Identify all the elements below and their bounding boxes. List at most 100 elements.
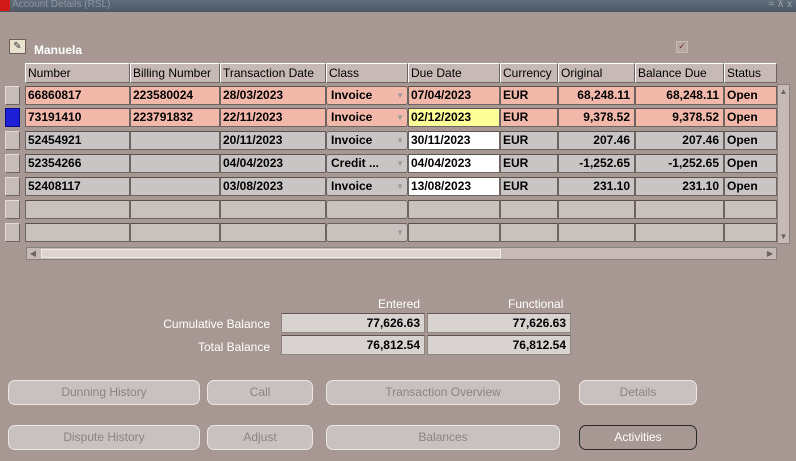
details-button[interactable]: Details bbox=[579, 380, 697, 405]
cell-balance-due[interactable]: 231.10 bbox=[635, 177, 724, 196]
row-selector[interactable] bbox=[5, 86, 20, 105]
row-selector[interactable] bbox=[5, 200, 20, 219]
call-button[interactable]: Call bbox=[207, 380, 313, 405]
cell-number[interactable]: 73191410 bbox=[25, 108, 130, 127]
cell-billing-number[interactable] bbox=[130, 177, 220, 196]
cell-number[interactable]: 52408117 bbox=[25, 177, 130, 196]
cell-empty[interactable] bbox=[724, 200, 777, 219]
window-controls[interactable]: = ⊼ x bbox=[768, 0, 792, 10]
row-selector[interactable] bbox=[5, 154, 20, 173]
cell-currency[interactable]: EUR bbox=[500, 154, 558, 173]
scroll-down-icon[interactable]: ▼ bbox=[778, 230, 789, 243]
cell-transaction-date[interactable]: 04/04/2023 bbox=[220, 154, 326, 173]
cell-due-date[interactable]: 13/08/2023 bbox=[408, 177, 500, 196]
col-number[interactable]: Number bbox=[25, 63, 130, 83]
transaction-overview-button[interactable]: Transaction Overview bbox=[326, 380, 560, 405]
row-selector[interactable] bbox=[5, 223, 20, 242]
cell-empty[interactable] bbox=[635, 200, 724, 219]
col-currency[interactable]: Currency bbox=[500, 63, 558, 83]
col-due-date[interactable]: Due Date bbox=[408, 63, 500, 83]
cell-status[interactable]: Open bbox=[724, 131, 777, 150]
class-select-empty[interactable]: ▼ bbox=[326, 223, 408, 242]
dispute-history-button[interactable]: Dispute History bbox=[8, 425, 200, 450]
cell-billing-number[interactable] bbox=[130, 131, 220, 150]
row-selector-active[interactable] bbox=[5, 108, 20, 127]
cell-empty[interactable] bbox=[635, 223, 724, 242]
cell-original[interactable]: 207.46 bbox=[558, 131, 635, 150]
row-selector[interactable] bbox=[5, 177, 20, 196]
table-row[interactable]: 52354266 04/04/2023 Credit ... ▼ 04/04/20… bbox=[5, 154, 777, 175]
cell-empty[interactable] bbox=[25, 200, 130, 219]
scroll-up-icon[interactable]: ▲ bbox=[778, 85, 789, 98]
table-row[interactable]: 73191410 223791832 22/11/2023 Invoice ▼ 0… bbox=[5, 108, 777, 129]
cell-billing-number[interactable]: 223791832 bbox=[130, 108, 220, 127]
cell-billing-number[interactable]: 223580024 bbox=[130, 86, 220, 105]
cell-original[interactable]: 9,378.52 bbox=[558, 108, 635, 127]
dunning-history-button[interactable]: Dunning History bbox=[8, 380, 200, 405]
cell-empty[interactable] bbox=[408, 200, 500, 219]
vertical-scrollbar[interactable]: ▲ ▼ bbox=[777, 84, 790, 244]
row-selector[interactable] bbox=[5, 131, 20, 150]
flag-checkbox[interactable]: ✓ bbox=[676, 41, 688, 53]
balances-button[interactable]: Balances bbox=[326, 425, 560, 450]
cell-original[interactable]: -1,252.65 bbox=[558, 154, 635, 173]
cell-transaction-date[interactable]: 03/08/2023 bbox=[220, 177, 326, 196]
table-row[interactable]: 66860817 223580024 28/03/2023 Invoice ▼ 0… bbox=[5, 86, 777, 107]
cell-empty[interactable] bbox=[130, 223, 220, 242]
scroll-thumb[interactable] bbox=[41, 249, 501, 258]
scroll-right-icon[interactable]: ▶ bbox=[764, 248, 776, 259]
cell-empty[interactable] bbox=[558, 200, 635, 219]
cell-number[interactable]: 66860817 bbox=[25, 86, 130, 105]
class-select-empty[interactable] bbox=[326, 200, 408, 219]
cell-empty[interactable] bbox=[500, 223, 558, 242]
cell-empty[interactable] bbox=[220, 223, 326, 242]
cell-balance-due[interactable]: 68,248.11 bbox=[635, 86, 724, 105]
cell-balance-due[interactable]: 9,378.52 bbox=[635, 108, 724, 127]
adjust-button[interactable]: Adjust bbox=[207, 425, 313, 450]
folder-icon[interactable]: ✎ bbox=[9, 39, 26, 54]
scroll-left-icon[interactable]: ◀ bbox=[27, 248, 39, 259]
cell-empty[interactable] bbox=[500, 200, 558, 219]
horizontal-scrollbar[interactable]: ◀ ▶ bbox=[26, 247, 777, 260]
activities-button[interactable]: Activities bbox=[579, 425, 697, 450]
cell-transaction-date[interactable]: 28/03/2023 bbox=[220, 86, 326, 105]
table-row-empty[interactable] bbox=[5, 200, 777, 221]
class-select[interactable]: Invoice ▼ bbox=[326, 177, 408, 196]
cell-due-date[interactable]: 04/04/2023 bbox=[408, 154, 500, 173]
cell-billing-number[interactable] bbox=[130, 154, 220, 173]
class-select[interactable]: Invoice ▼ bbox=[326, 131, 408, 150]
col-transaction-date[interactable]: Transaction Date bbox=[220, 63, 326, 83]
cell-transaction-date[interactable]: 22/11/2023 bbox=[220, 108, 326, 127]
cell-status[interactable]: Open bbox=[724, 108, 777, 127]
cell-status[interactable]: Open bbox=[724, 177, 777, 196]
cell-currency[interactable]: EUR bbox=[500, 177, 558, 196]
col-billing-number[interactable]: Billing Number bbox=[130, 63, 220, 83]
cell-currency[interactable]: EUR bbox=[500, 108, 558, 127]
cell-empty[interactable] bbox=[724, 223, 777, 242]
cell-status[interactable]: Open bbox=[724, 86, 777, 105]
cell-empty[interactable] bbox=[25, 223, 130, 242]
cell-original[interactable]: 68,248.11 bbox=[558, 86, 635, 105]
col-original[interactable]: Original bbox=[558, 63, 635, 83]
table-row[interactable]: 52408117 03/08/2023 Invoice ▼ 13/08/2023 … bbox=[5, 177, 777, 198]
cell-empty[interactable] bbox=[130, 200, 220, 219]
cell-balance-due[interactable]: -1,252.65 bbox=[635, 154, 724, 173]
cell-status[interactable]: Open bbox=[724, 154, 777, 173]
cell-number[interactable]: 52454921 bbox=[25, 131, 130, 150]
table-row-empty[interactable]: ▼ bbox=[5, 223, 777, 244]
col-balance-due[interactable]: Balance Due bbox=[635, 63, 724, 83]
cell-currency[interactable]: EUR bbox=[500, 131, 558, 150]
cell-transaction-date[interactable]: 20/11/2023 bbox=[220, 131, 326, 150]
cell-due-date[interactable]: 07/04/2023 bbox=[408, 86, 500, 105]
cell-currency[interactable]: EUR bbox=[500, 86, 558, 105]
cell-empty[interactable] bbox=[558, 223, 635, 242]
cell-balance-due[interactable]: 207.46 bbox=[635, 131, 724, 150]
cell-empty[interactable] bbox=[220, 200, 326, 219]
table-row[interactable]: 52454921 20/11/2023 Invoice ▼ 30/11/2023 … bbox=[5, 131, 777, 152]
cell-number[interactable]: 52354266 bbox=[25, 154, 130, 173]
cell-due-date-active[interactable]: 02/12/2023 bbox=[408, 108, 500, 127]
col-status[interactable]: Status bbox=[724, 63, 777, 83]
cell-empty[interactable] bbox=[408, 223, 500, 242]
col-class[interactable]: Class bbox=[326, 63, 408, 83]
class-select[interactable]: Credit ... ▼ bbox=[326, 154, 408, 173]
